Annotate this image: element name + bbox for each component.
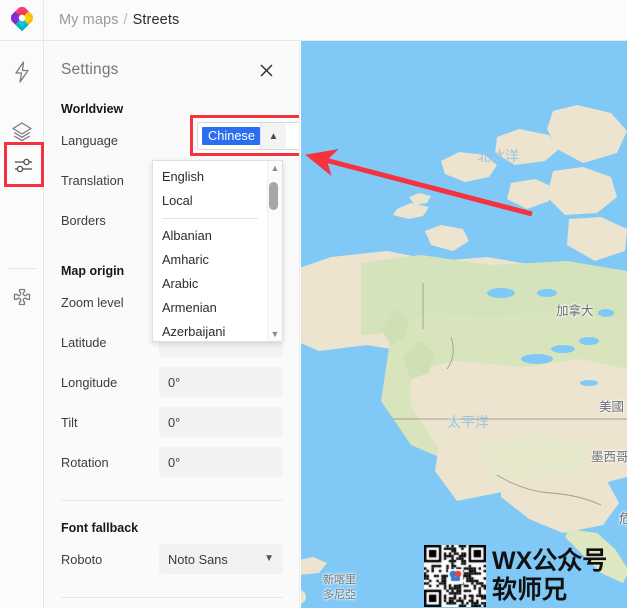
longitude-input[interactable]: 0° [159,367,283,397]
tilt-value: 0° [168,414,181,430]
field-label-roboto: Roboto [61,551,103,567]
map-label-united-states: 美國 [599,400,625,414]
rail-item-components[interactable] [0,275,44,321]
map-canvas[interactable]: 北冰洋 加拿大 太平洋 美國 墨西哥 危 新喀里 多尼亞 [301,41,627,608]
watermark-line-1: WX公众号 [492,547,608,575]
field-row-tilt: Tilt 0° [45,406,299,438]
map-label-canada: 加拿大 [556,304,594,318]
language-option-local[interactable]: Local [153,189,267,213]
longitude-value: 0° [168,374,181,390]
close-icon [260,64,273,76]
layers-icon [12,122,32,142]
chevron-up-icon[interactable]: ▲ [260,123,286,149]
language-option-azerbaijani[interactable]: Azerbaijani [153,320,267,341]
rotation-input[interactable]: 0° [159,447,283,477]
caret-up-icon[interactable]: ▲ [271,164,280,173]
panel-title: Settings [61,61,119,78]
roboto-fallback-value: Noto Sans [168,551,228,567]
section-title-worldview: Worldview [61,102,124,116]
field-label-borders: Borders [61,212,106,228]
bolt-icon [15,61,29,83]
sliders-icon [15,158,32,172]
map-label-new-caledonia-line1: 新喀里 [323,574,356,586]
rail-item-quick-actions[interactable] [0,49,44,95]
field-label-language: Language [61,132,118,148]
map-label-mexico: 墨西哥 [591,450,627,464]
breadcrumb: My maps / Streets [44,12,179,28]
close-button[interactable] [259,63,274,78]
watermark: WX公众号 软师兄 [424,544,627,608]
app-logo[interactable] [0,0,44,41]
language-option-arabic[interactable]: Arabic [153,272,267,296]
breadcrumb-my-maps[interactable]: My maps [59,12,119,28]
map-label-guatemala: 危 [619,512,627,526]
breadcrumb-separator: / [123,12,128,28]
field-label-rotation: Rotation [61,454,109,470]
language-option-albanian[interactable]: Albanian [153,224,267,248]
map-label-arctic-ocean: 北冰洋 [477,148,519,164]
app-root: My maps / Streets Settings Worldview Lan… [0,0,627,608]
language-combobox[interactable]: Chinese ▲ [197,122,299,150]
tilt-input[interactable]: 0° [159,407,283,437]
watermark-text: WX公众号 软师兄 [492,547,607,605]
field-row-language: Language Chinese ▲ [45,115,299,156]
map-geometry [301,41,627,608]
rotation-value: 0° [168,454,181,470]
qr-code-icon [424,545,486,607]
settings-panel-header: Settings [45,41,299,79]
caret-down-icon[interactable]: ▼ [271,330,280,339]
section-title-font-fallback: Font fallback [61,521,139,535]
watermark-line-2: 软师兄 [492,576,568,604]
rail-item-settings-highlight [4,142,44,187]
rail-divider [7,268,36,269]
field-label-latitude: Latitude [61,334,107,350]
top-bar: My maps / Streets [0,0,627,41]
breadcrumb-current[interactable]: Streets [133,12,180,28]
left-rail [0,41,44,608]
language-option-english[interactable]: English [153,165,267,189]
field-label-zoom-level: Zoom level [61,294,124,310]
roboto-fallback-select[interactable]: Noto Sans ▼ [159,544,283,574]
field-label-translation: Translation [61,172,124,188]
language-selected-value: Chinese [202,127,260,145]
field-label-longitude: Longitude [61,374,118,390]
language-dropdown[interactable]: English Local Albanian Amharic Arabic Ar… [152,160,283,342]
panel-divider-1 [61,500,283,501]
map-label-new-caledonia-line2: 多尼亞 [323,589,356,601]
field-row-rotation: Rotation 0° [45,446,299,478]
language-option-list: English Local Albanian Amharic Arabic Ar… [153,161,267,341]
language-option-divider [162,218,258,219]
field-row-longitude: Longitude 0° [45,366,299,398]
mapbox-pin-logo-icon [10,7,33,33]
puzzle-icon [13,288,31,306]
map-label-pacific-ocean: 太平洋 [447,414,489,430]
field-label-tilt: Tilt [61,414,78,430]
field-row-roboto: Roboto Noto Sans ▼ [45,543,299,575]
panel-divider-2 [61,597,283,598]
language-option-amharic[interactable]: Amharic [153,248,267,272]
rail-item-settings[interactable] [7,145,41,184]
language-option-armenian[interactable]: Armenian [153,296,267,320]
scrollbar-thumb[interactable] [269,182,278,210]
